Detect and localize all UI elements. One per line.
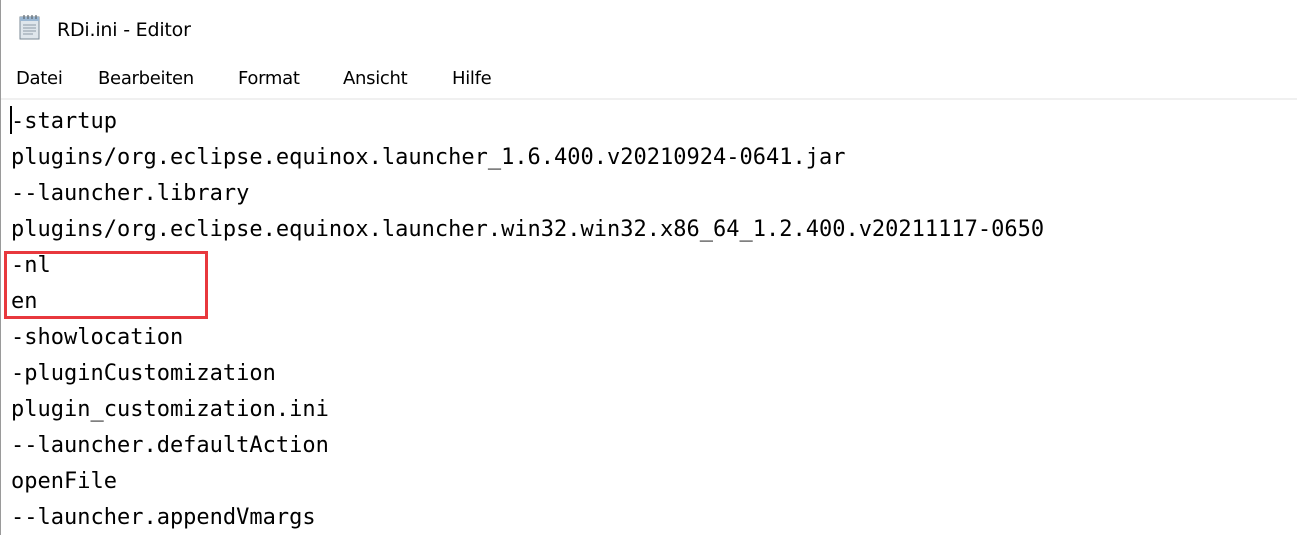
editor-line-12: --launcher.appendVmargs (11, 505, 316, 530)
menu-format[interactable]: Format (238, 68, 300, 89)
editor-line-2: plugins/org.eclipse.equinox.launcher_1.6… (11, 145, 846, 170)
editor-line-8: -pluginCustomization (11, 361, 276, 386)
editor-line-7: -showlocation (11, 325, 184, 350)
editor-line-1: -startup (11, 109, 117, 134)
editor-line-10: --launcher.defaultAction (11, 433, 329, 458)
title-bar[interactable]: RDi.ini - Editor (1, 0, 1297, 62)
editor-line-3: --launcher.library (11, 181, 250, 206)
editor-line-4: plugins/org.eclipse.equinox.launcher.win… (11, 217, 1045, 242)
text-caret (10, 106, 12, 134)
menu-hilfe[interactable]: Hilfe (452, 68, 492, 89)
notepad-window: RDi.ini - Editor Datei Bearbeiten Format… (0, 0, 1297, 535)
text-editor-area[interactable]: -startup plugins/org.eclipse.equinox.lau… (1, 100, 1297, 535)
editor-line-5: -nl (11, 253, 51, 278)
notepad-icon (19, 15, 40, 40)
editor-line-11: openFile (11, 469, 117, 494)
editor-line-6: en (11, 289, 38, 314)
menu-datei[interactable]: Datei (16, 68, 63, 89)
menu-bearbeiten[interactable]: Bearbeiten (98, 68, 194, 89)
window-title: RDi.ini - Editor (57, 19, 191, 41)
menu-bar: Datei Bearbeiten Format Ansicht Hilfe (1, 62, 1297, 98)
menu-ansicht[interactable]: Ansicht (343, 68, 408, 89)
editor-line-9: plugin_customization.ini (11, 397, 329, 422)
